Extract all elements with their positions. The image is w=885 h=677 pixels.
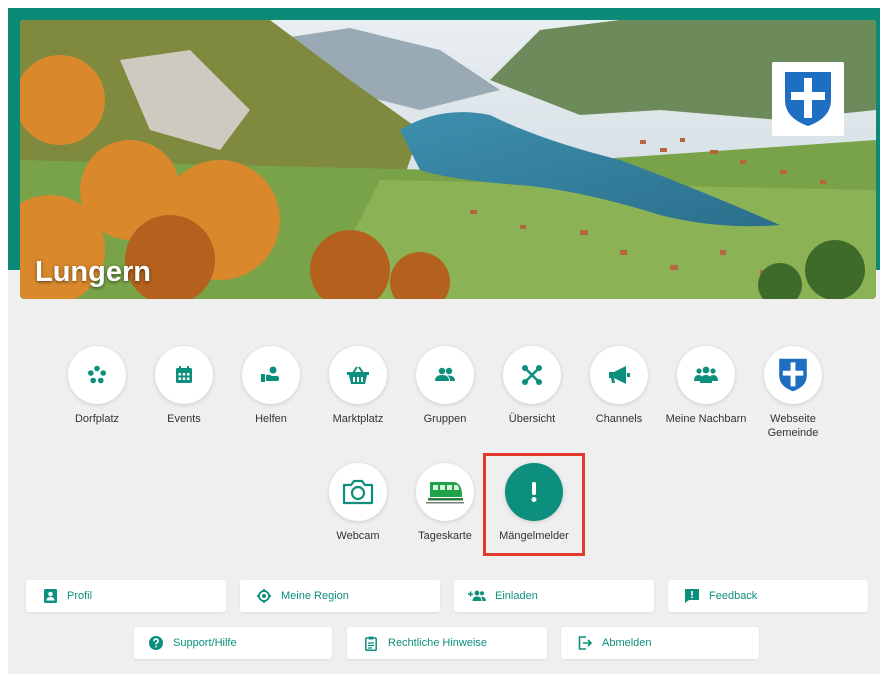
app-uebersicht[interactable]: Übersicht <box>488 346 576 426</box>
calendar-icon <box>155 346 213 404</box>
megaphone-icon <box>590 346 648 404</box>
clipboard-icon <box>363 635 379 651</box>
profil-button[interactable]: Profil <box>26 580 226 612</box>
menu-label: Meine Region <box>281 590 349 602</box>
app-label: Gruppen <box>423 413 467 425</box>
profile-card-icon <box>42 588 58 604</box>
einladen-button[interactable]: Einladen <box>454 580 654 612</box>
app-label: Channels <box>595 413 643 425</box>
app-frame: Lungern Dorfplatz Events Helfen Marktpla… <box>8 8 880 674</box>
app-tageskarte[interactable]: Tageskarte <box>401 463 489 543</box>
invite-users-icon <box>468 588 486 604</box>
app-label: Übersicht <box>508 413 556 425</box>
app-label: Marktplatz <box>332 413 384 425</box>
help-icon <box>148 635 164 651</box>
feedback-icon <box>684 588 700 604</box>
menu-label: Profil <box>67 590 93 602</box>
community-crest[interactable] <box>772 62 844 136</box>
app-webcam[interactable]: Webcam <box>314 463 402 543</box>
app-label: Webcam <box>336 530 380 542</box>
camera-icon <box>329 463 387 521</box>
abmelden-button[interactable]: Abmelden <box>561 627 759 659</box>
app-label: Tageskarte <box>418 530 472 542</box>
logout-icon <box>577 635 593 651</box>
helping-hand-icon <box>242 346 300 404</box>
app-dorfplatz[interactable]: Dorfplatz <box>53 346 141 426</box>
neighbors-icon <box>677 346 735 404</box>
app-label: Meine Nachbarn <box>665 413 747 425</box>
app-label: Dorfplatz <box>74 413 120 425</box>
menu-label: Rechtliche Hinweise <box>388 637 488 649</box>
app-channels[interactable]: Channels <box>575 346 663 426</box>
menu-label: Einladen <box>495 590 538 602</box>
support-hilfe-button[interactable]: Support/Hilfe <box>134 627 332 659</box>
rechtliche-hinweise-button[interactable]: Rechtliche Hinweise <box>347 627 547 659</box>
app-meine-nachbarn[interactable]: Meine Nachbarn <box>662 346 750 426</box>
overview-icon <box>503 346 561 404</box>
app-helfen[interactable]: Helfen <box>227 346 315 426</box>
train-icon <box>416 463 474 521</box>
selection-highlight <box>483 453 585 556</box>
app-label: Events <box>167 413 201 425</box>
app-label: Webseite Gemeinde <box>767 413 819 439</box>
location-target-icon <box>256 588 272 604</box>
menu-label: Support/Hilfe <box>173 637 237 649</box>
crest-icon <box>785 72 831 126</box>
app-marktplatz[interactable]: Marktplatz <box>314 346 402 426</box>
app-label: Helfen <box>255 413 287 425</box>
menu-label: Feedback <box>709 590 758 602</box>
community-title: Lungern <box>35 256 151 288</box>
crest-icon <box>764 346 822 404</box>
feedback-button[interactable]: Feedback <box>668 580 868 612</box>
app-webseite-gemeinde[interactable]: Webseite Gemeinde <box>749 346 837 440</box>
meine-region-button[interactable]: Meine Region <box>240 580 440 612</box>
app-events[interactable]: Events <box>140 346 228 426</box>
hero-banner: Lungern <box>20 20 876 299</box>
group-icon <box>416 346 474 404</box>
dorfplatz-icon <box>68 346 126 404</box>
basket-icon <box>329 346 387 404</box>
menu-label: Abmelden <box>602 637 652 649</box>
app-gruppen[interactable]: Gruppen <box>401 346 489 426</box>
